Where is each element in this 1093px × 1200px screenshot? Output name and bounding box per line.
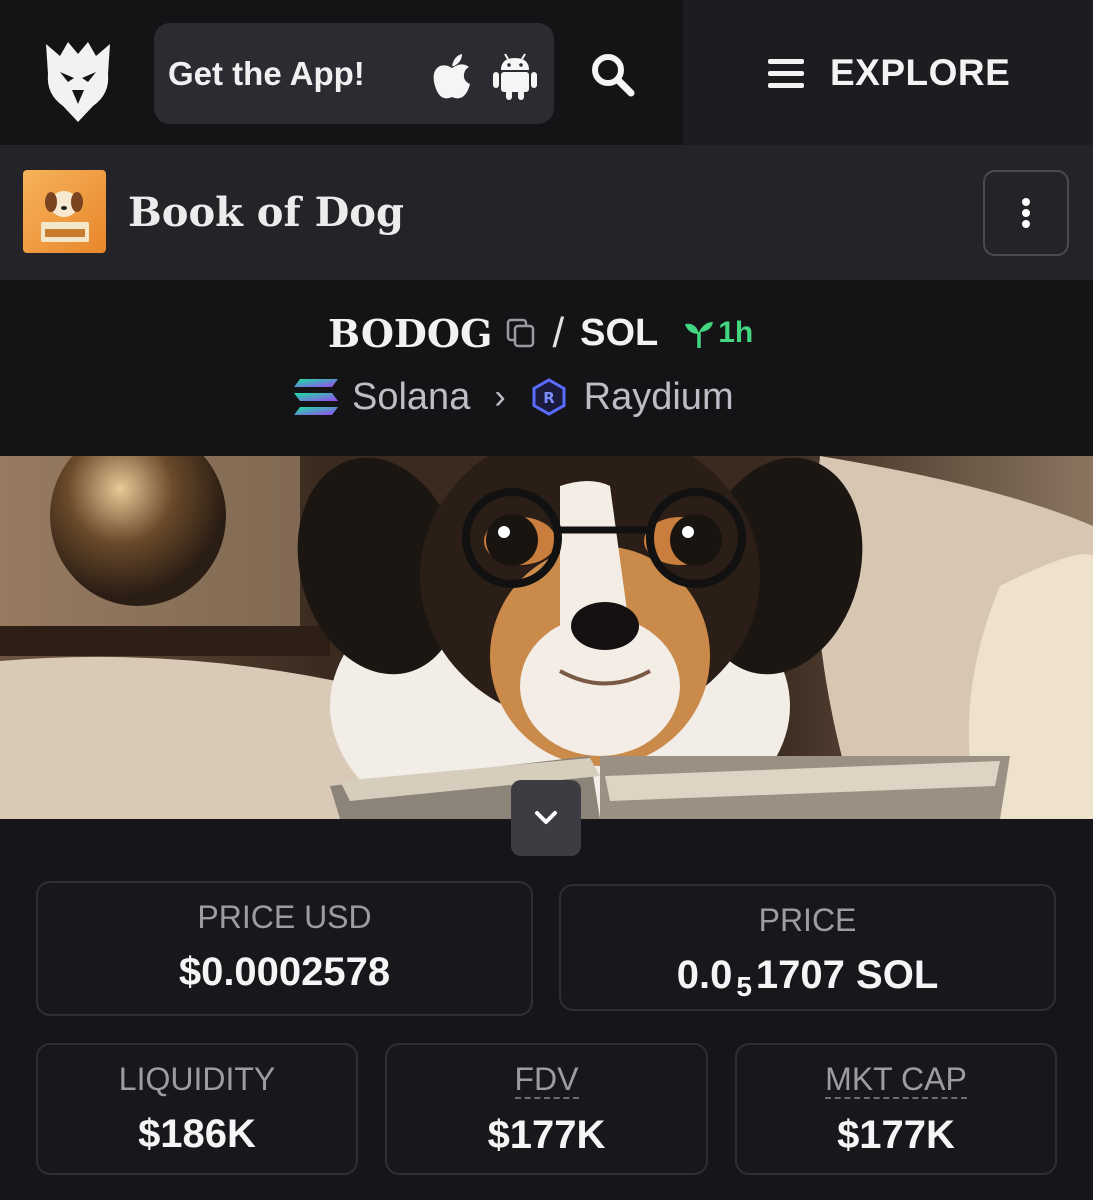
token-header: Book of Dog — [0, 145, 1093, 280]
liquidity-card: LIQUIDITY $186K — [36, 1043, 358, 1175]
market-cap-value: $177K — [837, 1113, 955, 1157]
fdv-label: FDV — [514, 1061, 579, 1099]
token-avatar — [23, 170, 106, 253]
price-native-value: 0.0 5 1707 SOL — [676, 953, 939, 1002]
token-banner-image — [0, 456, 1093, 819]
market-cap-card[interactable]: MKT CAP $177K — [735, 1043, 1057, 1175]
pair-quote-symbol: SOL — [580, 311, 659, 354]
dex-link[interactable]: Raydium — [584, 376, 734, 419]
chain-link[interactable]: Solana — [352, 376, 470, 419]
hamburger-icon — [768, 59, 804, 88]
eagle-logo-icon[interactable] — [38, 34, 118, 124]
market-cap-label: MKT CAP — [825, 1061, 967, 1099]
pair-base-symbol: BODOG — [328, 310, 493, 356]
chevron-right-icon: › — [494, 377, 506, 416]
search-icon[interactable] — [588, 50, 636, 98]
price-usd-value: $0.0002578 — [178, 950, 391, 994]
price-native-label: PRICE — [758, 902, 857, 938]
apple-icon[interactable] — [430, 52, 474, 100]
svg-text:R: R — [543, 389, 555, 407]
more-vertical-icon — [1022, 195, 1030, 231]
token-name: Book of Dog — [128, 189, 404, 236]
liquidity-label: LIQUIDITY — [118, 1061, 276, 1097]
copy-icon[interactable] — [504, 316, 538, 350]
sprout-icon — [685, 322, 714, 348]
raydium-icon: R — [532, 378, 566, 416]
top-nav: Get the App! EXPLORE — [0, 0, 1093, 145]
chevron-down-icon — [535, 811, 557, 824]
price-native-card: PRICE 0.0 5 1707 SOL — [559, 884, 1056, 1011]
fdv-value: $177K — [487, 1113, 606, 1157]
pair-info: BODOG / SOL 1h Solana › R Raydium — [0, 280, 1093, 456]
price-usd-label: PRICE USD — [197, 899, 372, 935]
fdv-card[interactable]: FDV $177K — [385, 1043, 708, 1175]
explore-label: EXPLORE — [830, 52, 1011, 93]
more-options-button[interactable] — [983, 170, 1069, 256]
chain-breadcrumb: Solana › R Raydium — [292, 372, 734, 422]
get-app-label: Get the App! — [168, 54, 365, 92]
solana-icon — [294, 379, 338, 415]
explore-button[interactable]: EXPLORE — [766, 48, 1010, 98]
android-icon[interactable] — [491, 50, 539, 102]
collapse-button[interactable] — [511, 780, 581, 856]
token-avatar-image — [41, 191, 89, 242]
price-usd-card: PRICE USD $0.0002578 — [36, 881, 533, 1016]
liquidity-value: $186K — [138, 1112, 256, 1156]
pair-separator: / — [552, 309, 565, 356]
pair-age: 1h — [718, 316, 754, 349]
pair-title: BODOG / SOL 1h — [328, 308, 753, 358]
